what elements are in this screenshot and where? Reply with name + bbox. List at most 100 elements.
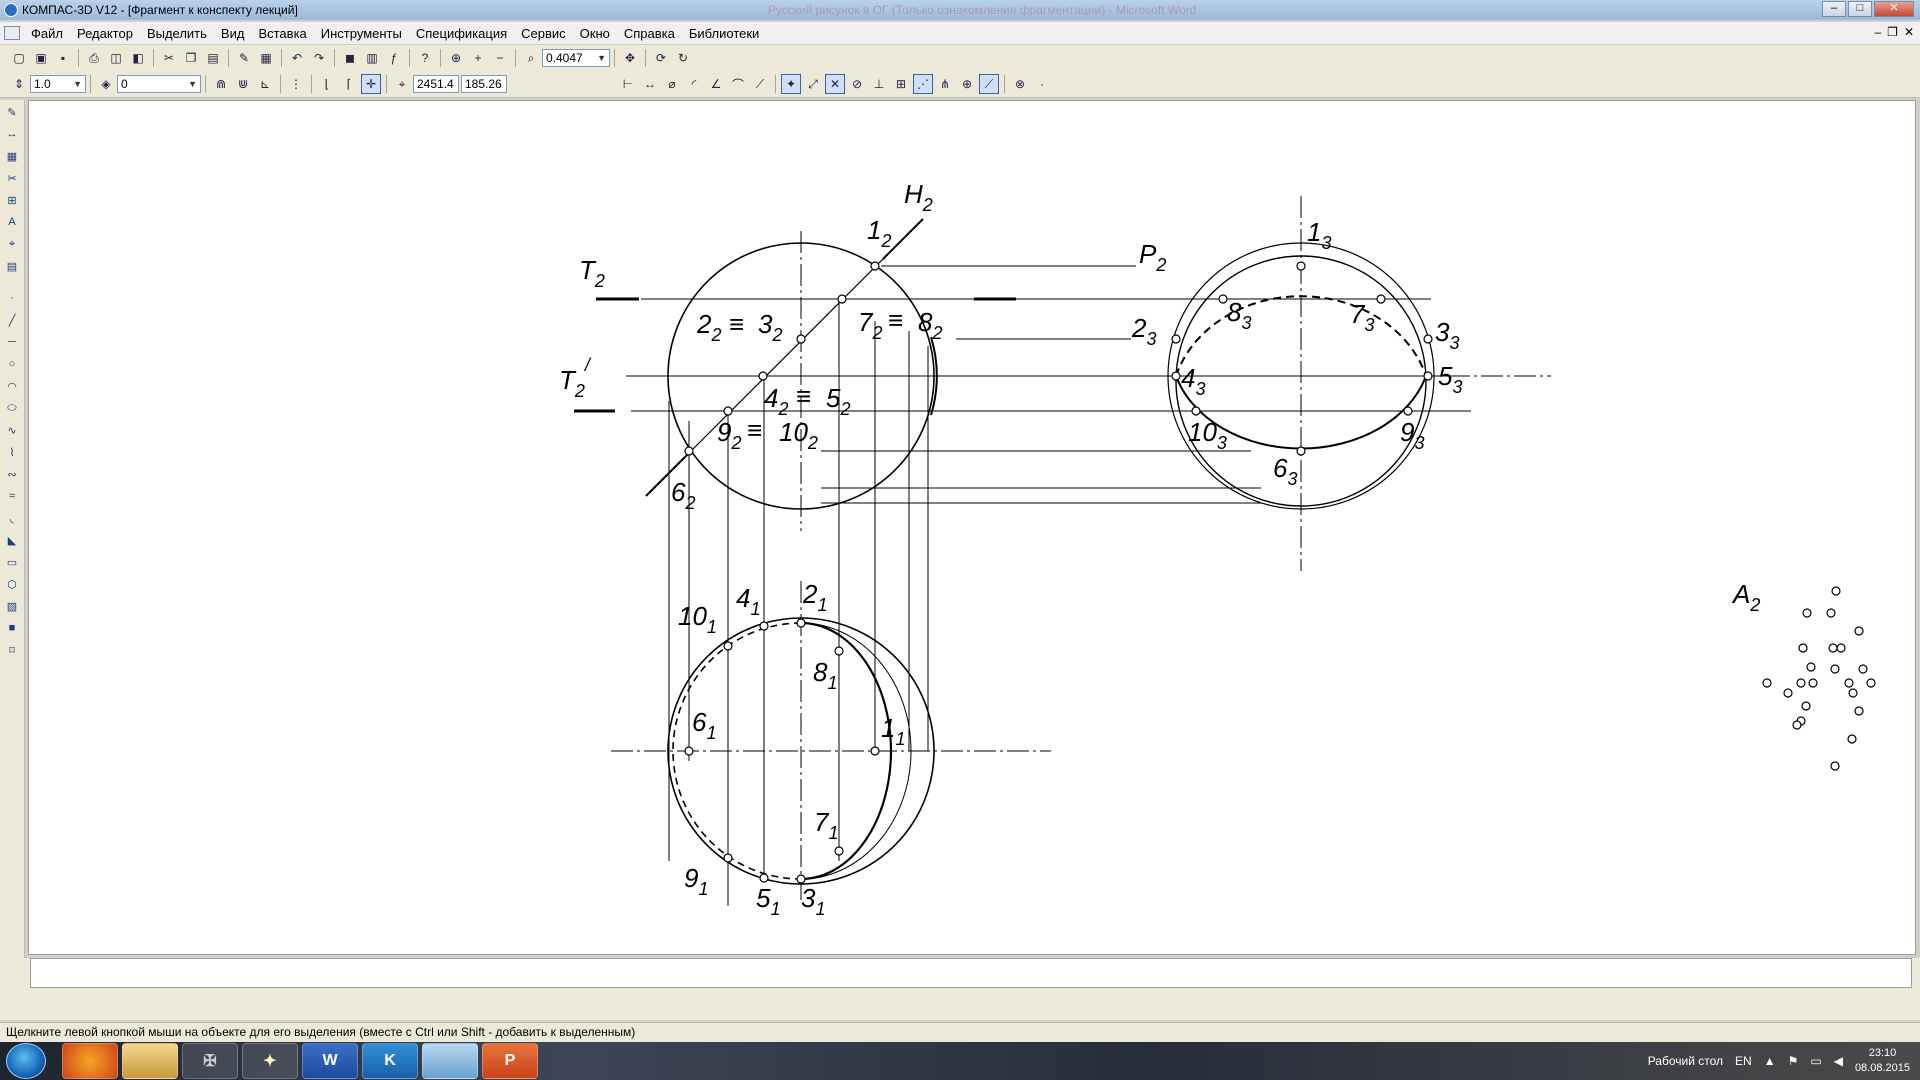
library-icon[interactable]: ▥ xyxy=(362,48,382,68)
spec-tab-icon[interactable]: ▤ xyxy=(2,256,22,276)
menu-insert[interactable]: Вставка xyxy=(251,26,313,41)
round-icon[interactable]: ⌈ xyxy=(339,74,359,94)
format-painter-icon[interactable]: ✎ xyxy=(234,48,254,68)
menu-window[interactable]: Окно xyxy=(573,26,617,41)
minimize-button[interactable]: – xyxy=(1822,1,1846,17)
zoom-field[interactable]: 0.4047 ▼ xyxy=(542,49,610,67)
spline-icon[interactable]: ∿ xyxy=(2,420,22,440)
document-menu-icon[interactable] xyxy=(4,26,20,40)
tray-arrow-icon[interactable]: ▲ xyxy=(1764,1054,1776,1068)
snap-middle-icon[interactable]: ⋔ xyxy=(935,74,955,94)
bezier-icon[interactable]: ∾ xyxy=(2,464,22,484)
zoom-window-icon[interactable]: ⊕ xyxy=(446,48,466,68)
properties-panel-area[interactable] xyxy=(30,958,1912,988)
undo-icon[interactable]: ↶ xyxy=(287,48,307,68)
layer-icon[interactable]: ◈ xyxy=(96,74,116,94)
fill-icon[interactable]: ■ xyxy=(2,618,22,638)
ortho-icon[interactable]: ⊾ xyxy=(255,74,275,94)
snap-center-icon[interactable]: ⊕ xyxy=(957,74,977,94)
contour-icon[interactable]: ⌑ xyxy=(2,640,22,660)
arc-dim-icon[interactable]: ⌒ xyxy=(728,74,748,94)
local-cs-icon[interactable]: ⌊ xyxy=(317,74,337,94)
wave-icon[interactable]: ≈ xyxy=(2,486,22,506)
clock[interactable]: 23:10 08.08.2015 xyxy=(1855,1046,1910,1076)
ellipse-icon[interactable]: ⬭ xyxy=(2,398,22,418)
desktop-label[interactable]: Рабочий стол xyxy=(1648,1054,1723,1068)
close-button[interactable]: ✕ xyxy=(1874,1,1914,17)
redraw-icon[interactable]: ↻ xyxy=(673,48,693,68)
menu-help[interactable]: Справка xyxy=(617,26,682,41)
menu-view[interactable]: Вид xyxy=(214,26,252,41)
snap-quadrant-icon[interactable]: ⊞ xyxy=(891,74,911,94)
magnet-icon[interactable]: ⋒ xyxy=(211,74,231,94)
volume-icon[interactable]: ◀ xyxy=(1834,1054,1843,1068)
redo-icon[interactable]: ↷ xyxy=(309,48,329,68)
maximize-button[interactable]: □ xyxy=(1848,1,1872,17)
function-icon[interactable]: ƒ xyxy=(384,48,404,68)
tanks-icon[interactable]: ✠ xyxy=(182,1043,238,1079)
menu-specification[interactable]: Спецификация xyxy=(409,26,514,41)
zoom-scale-icon[interactable]: ⌕ xyxy=(521,48,541,68)
start-button[interactable] xyxy=(6,1043,46,1079)
diameter-dim-icon[interactable]: ⌀ xyxy=(662,74,682,94)
leader-icon[interactable]: ⟋ xyxy=(750,74,770,94)
cursor-y-field[interactable]: 185.26 xyxy=(461,75,507,93)
doc-minimize-button[interactable]: – xyxy=(1874,25,1881,39)
menu-service[interactable]: Сервис xyxy=(514,26,573,41)
linear-dim-icon[interactable]: ↔ xyxy=(640,74,660,94)
table-icon[interactable]: ▦ xyxy=(256,48,276,68)
measure-tab-icon[interactable]: ⌖ xyxy=(2,234,22,254)
kompas-icon[interactable]: K xyxy=(362,1043,418,1079)
snap-intersect-icon[interactable]: ✕ xyxy=(825,74,845,94)
text-tab-icon[interactable]: A xyxy=(2,212,22,232)
grid-icon[interactable]: ⋮ xyxy=(286,74,306,94)
chamfer-icon[interactable]: ◣ xyxy=(2,530,22,550)
print-icon[interactable]: ⎙ xyxy=(84,48,104,68)
segment-icon[interactable]: ─ xyxy=(2,332,22,352)
snap-end-icon[interactable]: ⤢ xyxy=(803,74,823,94)
angle-dim-icon[interactable]: ∠ xyxy=(706,74,726,94)
hatching-tab-icon[interactable]: ▦ xyxy=(2,146,22,166)
params-tab-icon[interactable]: ⊞ xyxy=(2,190,22,210)
help-pointer-icon[interactable]: ? xyxy=(415,48,435,68)
snap-off-icon[interactable]: ⋓ xyxy=(233,74,253,94)
rectangle-icon[interactable]: ▭ xyxy=(2,552,22,572)
paint-icon[interactable] xyxy=(422,1043,478,1079)
firefox-icon[interactable] xyxy=(62,1043,118,1079)
copy-icon[interactable]: ❐ xyxy=(181,48,201,68)
menu-file[interactable]: Файл xyxy=(24,26,70,41)
snap-tangent-icon[interactable]: ⊘ xyxy=(847,74,867,94)
menu-libraries[interactable]: Библиотеки xyxy=(682,26,766,41)
pan-icon[interactable]: ✥ xyxy=(620,48,640,68)
open-icon[interactable]: ▣ xyxy=(31,48,51,68)
cut-icon[interactable]: ✂ xyxy=(159,48,179,68)
new-document-icon[interactable]: ▢ xyxy=(9,48,29,68)
flag-icon[interactable]: ⚑ xyxy=(1788,1054,1799,1068)
game-icon[interactable]: ✦ xyxy=(242,1043,298,1079)
save-icon[interactable]: ▪ xyxy=(53,48,73,68)
drawing-canvas[interactable]: H2 12 T2 P2 13 22 ≡ 32 72 ≡ 82 23 83 73 … xyxy=(28,100,1916,955)
aux-line-icon[interactable]: ╱ xyxy=(2,310,22,330)
cursor-step-field[interactable]: 1.0 ▼ xyxy=(30,75,86,93)
network-icon[interactable]: ▭ xyxy=(1810,1054,1821,1068)
menu-select[interactable]: Выделить xyxy=(140,26,214,41)
doc-restore-button[interactable]: ❐ xyxy=(1887,25,1898,39)
arc-icon[interactable]: ◠ xyxy=(2,376,22,396)
explorer-icon[interactable] xyxy=(122,1043,178,1079)
refresh-icon[interactable]: ⟳ xyxy=(651,48,671,68)
current-layer-field[interactable]: 0 ▼ xyxy=(117,75,201,93)
polyline-icon[interactable]: ⌇ xyxy=(2,442,22,462)
language-indicator[interactable]: EN xyxy=(1735,1054,1752,1068)
coord-mode-icon[interactable]: ✛ xyxy=(361,74,381,94)
zoom-out-icon[interactable]: − xyxy=(490,48,510,68)
cursor-x-field[interactable]: 2451.4 xyxy=(413,75,459,93)
word-icon[interactable]: W xyxy=(302,1043,358,1079)
circle-icon[interactable]: ○ xyxy=(2,354,22,374)
step-icon[interactable]: ⇕ xyxy=(9,74,29,94)
snap-nearest-icon[interactable]: ✦ xyxy=(781,74,801,94)
menu-editor[interactable]: Редактор xyxy=(70,26,140,41)
radius-dim-icon[interactable]: ◜ xyxy=(684,74,704,94)
snap-normal-icon[interactable]: ⊥ xyxy=(869,74,889,94)
fillet-icon[interactable]: ◟ xyxy=(2,508,22,528)
geometry-tab-icon[interactable]: ✎ xyxy=(2,102,22,122)
